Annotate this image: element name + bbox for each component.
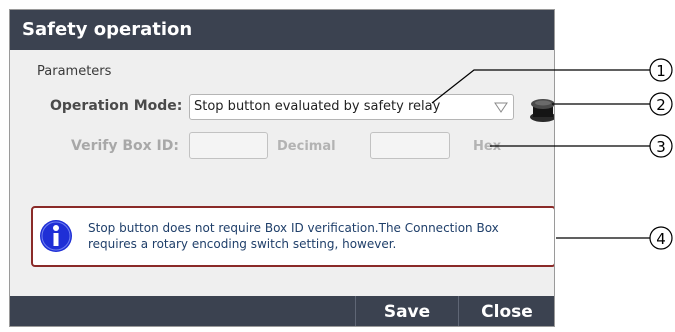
callout-marker-1: 1 <box>649 58 673 82</box>
callout-number-3: 3 <box>656 138 666 156</box>
callout-annotations: 1 2 3 4 <box>431 58 673 250</box>
callout-number-4: 4 <box>656 230 666 248</box>
callout-number-2: 2 <box>656 96 666 114</box>
callout-number-1: 1 <box>656 62 666 80</box>
callout-leader-lines <box>431 69 650 239</box>
callout-marker-2: 2 <box>649 92 673 116</box>
callout-marker-4: 4 <box>649 226 673 250</box>
callout-marker-3: 3 <box>649 134 673 158</box>
